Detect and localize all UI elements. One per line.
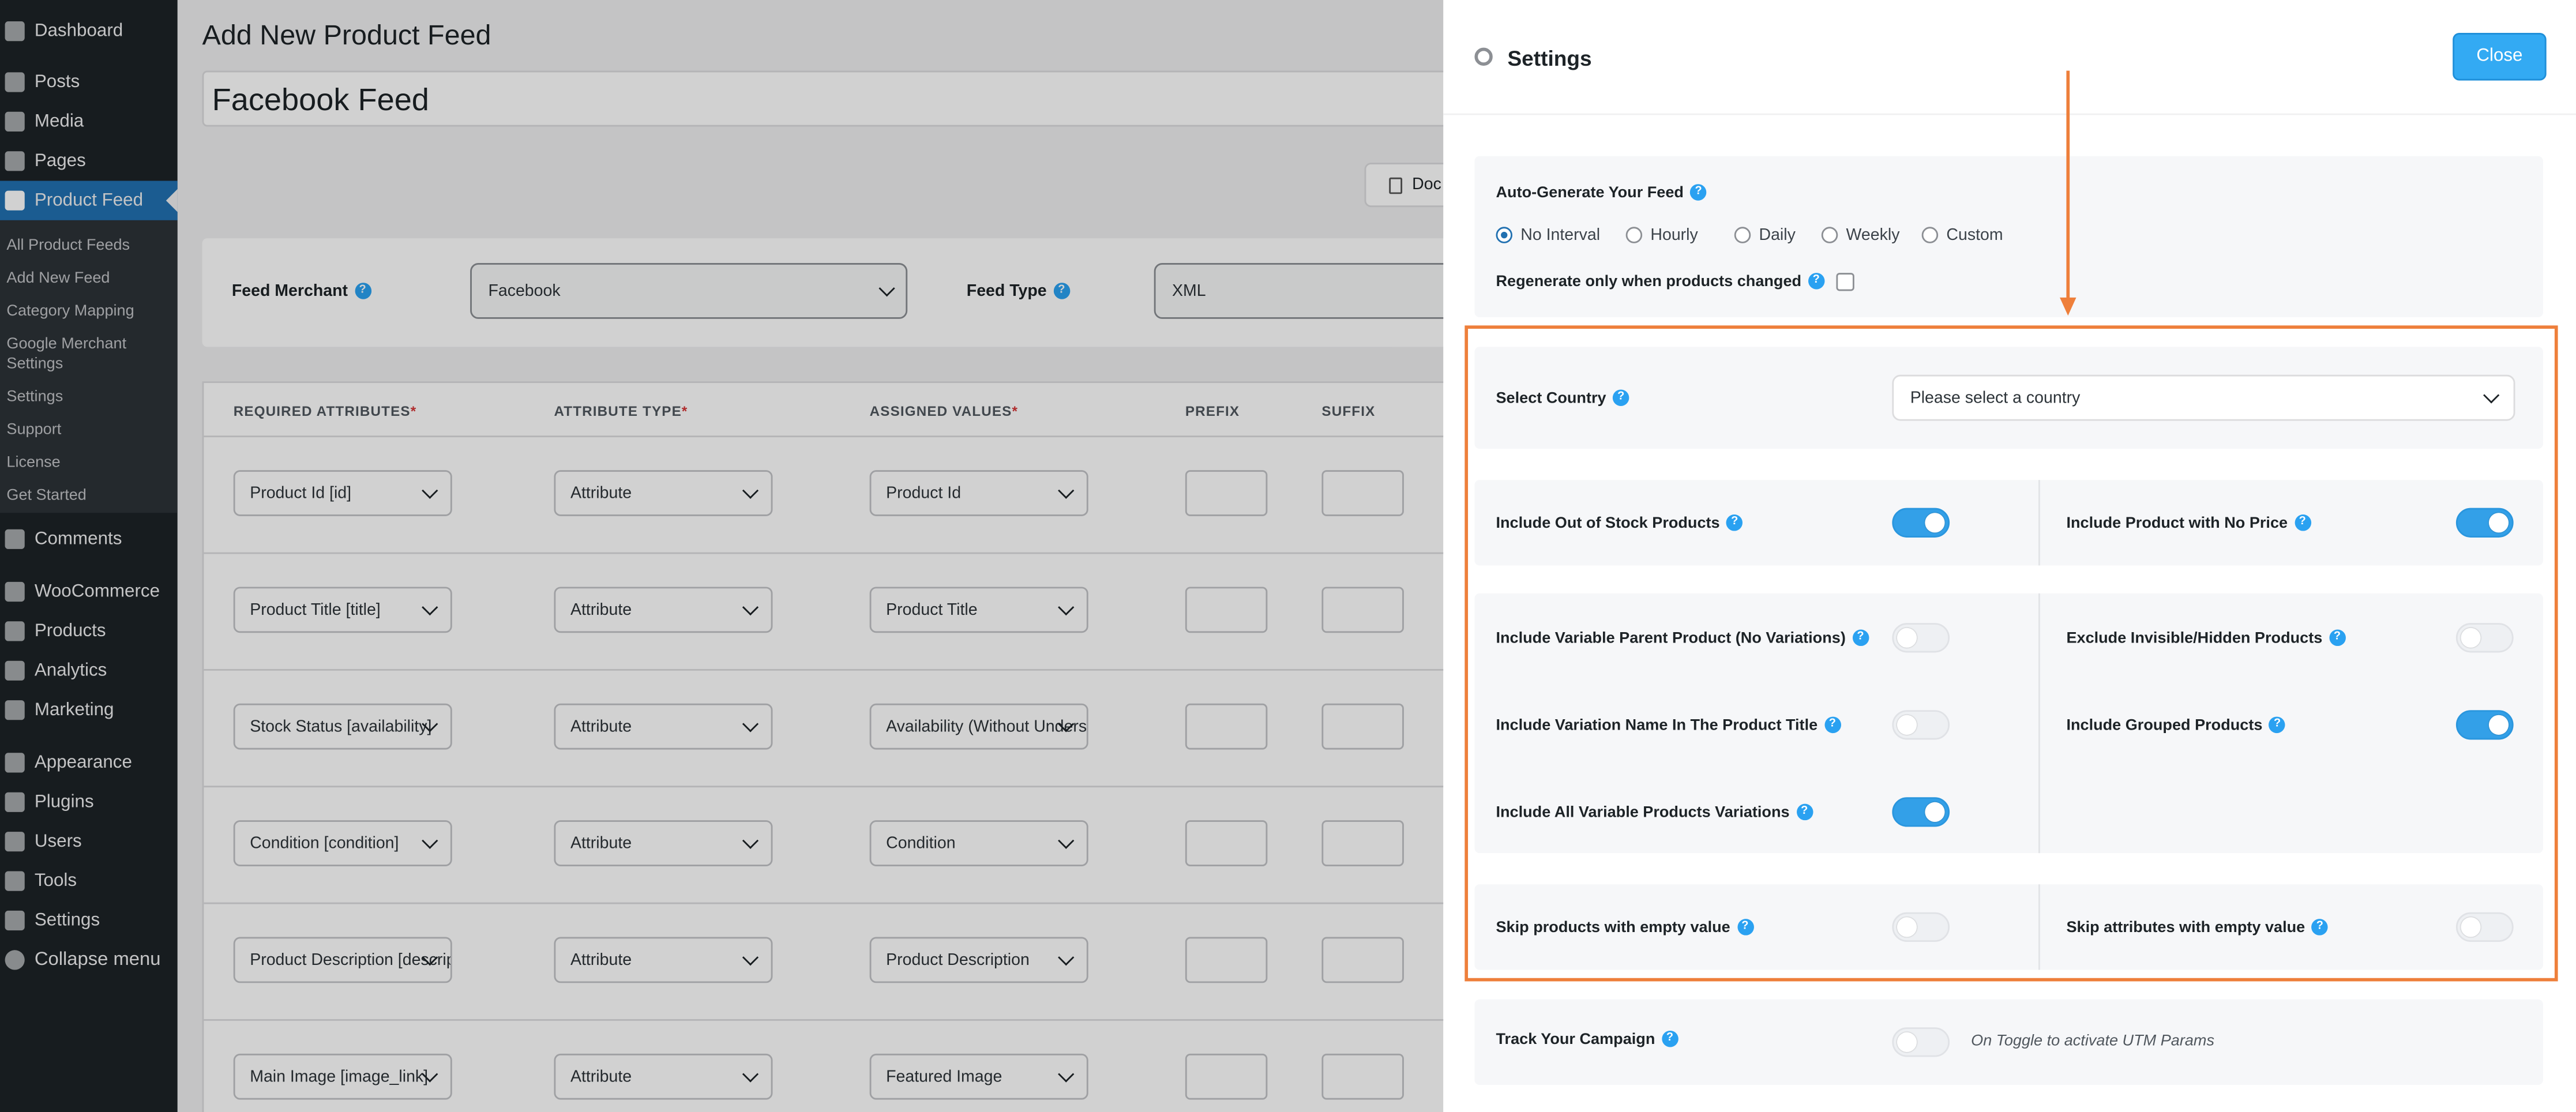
radio-custom[interactable]: Custom [1921,227,2003,245]
radio-icon [1821,227,1838,243]
modal-backdrop[interactable] [0,0,1444,1112]
highlight-box [1465,325,2558,982]
radio-hourly[interactable]: Hourly [1625,227,1698,245]
track-campaign-toggle[interactable] [1892,1027,1950,1057]
utm-note: On Toggle to activate UTM Params [1971,1032,2214,1051]
close-button[interactable]: Close [2453,33,2547,81]
radio-icon [1921,227,1939,243]
auto-generate-label: Auto-Generate Your Feed? [1496,184,1707,202]
settings-title: Settings [1507,46,1592,71]
settings-header: Settings Close [1443,0,2576,115]
regenerate-label: Regenerate only when products changed? [1496,273,1824,291]
auto-generate-card: Auto-Generate Your Feed? No Interval Hou… [1474,156,2543,318]
arrow-head-icon [2060,297,2076,316]
radio-selected-icon [1496,227,1512,243]
track-campaign-label: Track Your Campaign? [1496,1031,1678,1049]
annotation-arrow [2066,70,2070,301]
radio-no-interval[interactable]: No Interval [1496,227,1600,245]
radio-daily[interactable]: Daily [1734,227,1796,245]
regenerate-checkbox[interactable] [1836,273,1854,291]
help-icon[interactable]: ? [1661,1031,1678,1048]
radio-icon [1625,227,1643,243]
campaign-card: Track Your Campaign? On Toggle to activa… [1474,999,2543,1085]
help-icon[interactable]: ? [1808,273,1824,290]
gear-icon [1474,47,1493,66]
radio-icon [1734,227,1751,243]
radio-weekly[interactable]: Weekly [1821,227,1899,245]
help-icon[interactable]: ? [1690,185,1707,202]
